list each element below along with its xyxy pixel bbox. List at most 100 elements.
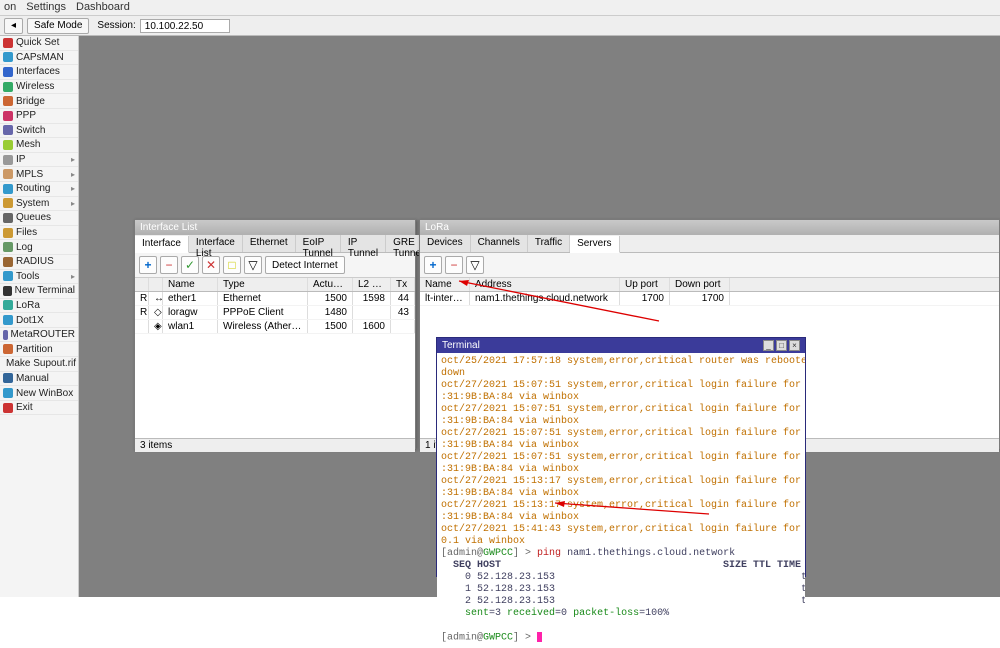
table-row[interactable]: R↔ether1Ethernet1500159844 — [135, 292, 415, 306]
sidebar-item-log[interactable]: Log — [0, 240, 78, 255]
tab-ip-tunnel[interactable]: IP Tunnel — [341, 235, 386, 252]
column-header[interactable]: Name — [163, 278, 218, 291]
close-icon[interactable]: × — [789, 340, 800, 351]
terminal-window[interactable]: Terminal _ □ × oct/25/2021 17:57:18 syst… — [436, 337, 806, 577]
expand-icon: ▸ — [71, 170, 75, 179]
column-header[interactable]: Actual MTU — [308, 278, 353, 291]
window-title[interactable]: Interface List — [135, 220, 415, 235]
terminal-output[interactable]: oct/25/2021 17:57:18 system,error,critic… — [437, 353, 805, 648]
sidebar-label: MetaROUTER — [11, 329, 75, 340]
menu-icon — [3, 242, 13, 252]
detect-internet-button[interactable]: Detect Internet — [265, 256, 345, 274]
interface-grid[interactable]: NameTypeActual MTUL2 MTUTx R↔ether1Ether… — [135, 278, 415, 438]
sidebar-item-manual[interactable]: Manual — [0, 372, 78, 387]
sidebar-item-partition[interactable]: Partition — [0, 342, 78, 357]
tab-servers[interactable]: Servers — [570, 236, 619, 253]
filter-button[interactable]: ▽ — [244, 256, 262, 274]
tab-ethernet[interactable]: Ethernet — [243, 235, 296, 252]
menu-item[interactable]: Dashboard — [76, 1, 130, 14]
tab-interface[interactable]: Interface — [135, 236, 189, 253]
sidebar-label: Mesh — [16, 139, 40, 150]
column-header[interactable]: Up port — [620, 278, 670, 291]
menu-icon — [3, 198, 13, 208]
remove-button[interactable]: − — [160, 256, 178, 274]
sidebar-item-tools[interactable]: Tools▸ — [0, 270, 78, 285]
sidebar-item-quick-set[interactable]: Quick Set — [0, 36, 78, 51]
safe-mode-button[interactable]: Safe Mode — [27, 18, 89, 34]
menu-icon — [3, 286, 12, 296]
sidebar-item-interfaces[interactable]: Interfaces — [0, 65, 78, 80]
add-button[interactable]: + — [424, 256, 442, 274]
terminal-title-text: Terminal — [442, 340, 480, 351]
sidebar-item-queues[interactable]: Queues — [0, 211, 78, 226]
menu-icon — [3, 344, 13, 354]
sidebar-item-switch[interactable]: Switch — [0, 124, 78, 139]
sidebar-item-bridge[interactable]: Bridge — [0, 94, 78, 109]
session-value: 10.100.22.50 — [140, 19, 230, 33]
sidebar-item-make-supout-rif[interactable]: Make Supout.rif — [0, 357, 78, 372]
interface-list-window[interactable]: Interface List InterfaceInterface ListEt… — [134, 219, 416, 449]
column-header[interactable] — [149, 278, 163, 291]
menu-item[interactable]: Settings — [26, 1, 66, 14]
table-row[interactable]: lt-internal2nam1.thethings.cloud.network… — [420, 292, 999, 306]
sidebar-item-ppp[interactable]: PPP — [0, 109, 78, 124]
column-header[interactable]: Tx — [391, 278, 415, 291]
maximize-icon[interactable]: □ — [776, 340, 787, 351]
sidebar-item-ip[interactable]: IP▸ — [0, 153, 78, 168]
sidebar-item-exit[interactable]: Exit — [0, 401, 78, 416]
filter-button[interactable]: ▽ — [466, 256, 484, 274]
sidebar-label: Manual — [16, 373, 49, 384]
sidebar-item-routing[interactable]: Routing▸ — [0, 182, 78, 197]
enable-button[interactable]: ✓ — [181, 256, 199, 274]
sidebar-item-metarouter[interactable]: MetaROUTER — [0, 328, 78, 343]
sidebar-item-radius[interactable]: RADIUS — [0, 255, 78, 270]
column-header[interactable] — [135, 278, 149, 291]
menu-icon — [3, 82, 13, 92]
column-header[interactable]: Down port — [670, 278, 730, 291]
window-title[interactable]: Terminal _ □ × — [437, 338, 805, 353]
sidebar-label: Routing — [16, 183, 50, 194]
add-button[interactable]: + — [139, 256, 157, 274]
sidebar-label: Make Supout.rif — [6, 358, 76, 369]
sidebar-item-new-terminal[interactable]: New Terminal — [0, 284, 78, 299]
sidebar-item-capsman[interactable]: CAPsMAN — [0, 51, 78, 66]
column-header[interactable]: Address — [470, 278, 620, 291]
table-row[interactable]: ◈wlan1Wireless (Atheros AR9...15001600 — [135, 320, 415, 334]
sidebar-item-wireless[interactable]: Wireless — [0, 80, 78, 95]
tab-devices[interactable]: Devices — [420, 235, 471, 252]
menu-icon — [3, 257, 13, 267]
minimize-icon[interactable]: _ — [763, 340, 774, 351]
window-title[interactable]: LoRa — [420, 220, 999, 235]
sidebar-label: CAPsMAN — [16, 52, 64, 63]
tabs: InterfaceInterface ListEthernetEoIP Tunn… — [135, 235, 415, 253]
column-header[interactable]: L2 MTU — [353, 278, 391, 291]
remove-button[interactable]: − — [445, 256, 463, 274]
tab-eoip-tunnel[interactable]: EoIP Tunnel — [296, 235, 341, 252]
sidebar-item-files[interactable]: Files — [0, 226, 78, 241]
menu-bar[interactable]: on Settings Dashboard — [0, 0, 1000, 16]
sidebar-label: Exit — [16, 402, 33, 413]
sidebar-item-mesh[interactable]: Mesh — [0, 138, 78, 153]
tab-channels[interactable]: Channels — [471, 235, 528, 252]
back-button[interactable]: ◂ — [4, 18, 23, 34]
sidebar-item-mpls[interactable]: MPLS▸ — [0, 167, 78, 182]
disable-button[interactable]: ✕ — [202, 256, 220, 274]
sidebar-item-lora[interactable]: LoRa — [0, 299, 78, 314]
sidebar-label: RADIUS — [16, 256, 54, 267]
tab-traffic[interactable]: Traffic — [528, 235, 570, 252]
sidebar-label: IP — [16, 154, 25, 165]
sidebar-item-dot1x[interactable]: Dot1X — [0, 313, 78, 328]
tab-interface-list[interactable]: Interface List — [189, 235, 243, 252]
comment-button[interactable]: □ — [223, 256, 241, 274]
sidebar-label: LoRa — [16, 300, 40, 311]
sidebar-label: Tools — [16, 271, 39, 282]
menu-icon — [3, 300, 13, 310]
menu-item[interactable]: on — [4, 1, 16, 14]
table-row[interactable]: R◇loragwPPPoE Client148043 — [135, 306, 415, 320]
sidebar-label: PPP — [16, 110, 36, 121]
sidebar-item-system[interactable]: System▸ — [0, 197, 78, 212]
column-header[interactable]: Type — [218, 278, 308, 291]
column-header[interactable]: Name — [420, 278, 470, 291]
sidebar-label: Interfaces — [16, 66, 60, 77]
sidebar-item-new-winbox[interactable]: New WinBox — [0, 386, 78, 401]
